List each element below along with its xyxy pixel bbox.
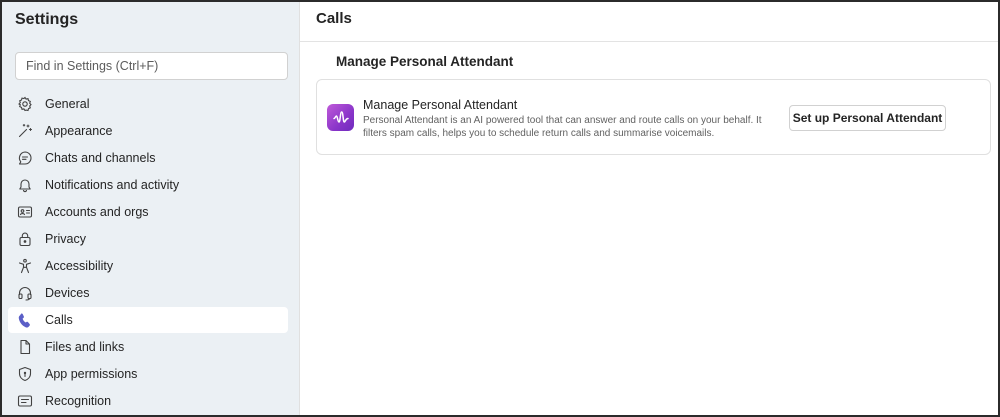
settings-content: Calls Manage Personal Attendant Manage P… xyxy=(300,2,998,415)
sidebar-item-label: App permissions xyxy=(45,367,138,381)
sidebar-item-label: Appearance xyxy=(45,124,113,138)
recognition-icon xyxy=(17,393,33,409)
magic-wand-icon xyxy=(17,123,33,139)
sidebar-item-devices[interactable]: Devices xyxy=(8,280,288,306)
settings-sidebar: Settings General xyxy=(2,2,300,415)
sidebar-item-label: Calls xyxy=(45,313,73,327)
sidebar-item-calls[interactable]: Calls xyxy=(8,307,288,333)
section-title: Manage Personal Attendant xyxy=(336,54,514,69)
sidebar-item-accessibility[interactable]: Accessibility xyxy=(8,253,288,279)
sidebar-item-label: Notifications and activity xyxy=(45,178,180,192)
card-title: Manage Personal Attendant xyxy=(363,98,518,112)
id-card-icon xyxy=(17,204,33,220)
sidebar-item-chats-and-channels[interactable]: Chats and channels xyxy=(8,145,288,171)
document-icon xyxy=(17,339,33,355)
sidebar-item-files-and-links[interactable]: Files and links xyxy=(8,334,288,360)
settings-window: Settings General xyxy=(0,0,1000,417)
set-up-personal-attendant-button[interactable]: Set up Personal Attendant xyxy=(789,105,946,131)
sidebar-item-app-permissions[interactable]: App permissions xyxy=(8,361,288,387)
personal-attendant-icon xyxy=(327,104,354,131)
settings-nav: General Appearance Chats and channels No… xyxy=(8,91,288,415)
shield-icon xyxy=(17,366,33,382)
bell-icon xyxy=(17,177,33,193)
sidebar-title: Settings xyxy=(15,11,79,28)
page-title: Calls xyxy=(316,10,352,27)
sidebar-item-general[interactable]: General xyxy=(8,91,288,117)
sidebar-item-label: Recognition xyxy=(45,394,112,408)
sidebar-item-label: Chats and channels xyxy=(45,151,156,165)
sidebar-item-accounts-and-orgs[interactable]: Accounts and orgs xyxy=(8,199,288,225)
sidebar-item-appearance[interactable]: Appearance xyxy=(8,118,288,144)
lock-icon xyxy=(17,231,33,247)
sidebar-item-recognition[interactable]: Recognition xyxy=(8,388,288,414)
gear-icon xyxy=(17,96,33,112)
personal-attendant-card: Manage Personal Attendant Personal Atten… xyxy=(316,79,991,155)
sidebar-item-privacy[interactable]: Privacy xyxy=(8,226,288,252)
sidebar-item-label: Accounts and orgs xyxy=(45,205,149,219)
phone-icon xyxy=(17,312,33,328)
headset-icon xyxy=(17,285,33,301)
accessibility-icon xyxy=(17,258,33,274)
sidebar-item-label: General xyxy=(45,97,90,111)
sidebar-item-label: Files and links xyxy=(45,340,125,354)
card-description: Personal Attendant is an AI powered tool… xyxy=(363,115,762,139)
content-header: Calls xyxy=(300,2,998,42)
sidebar-item-notifications-and-activity[interactable]: Notifications and activity xyxy=(8,172,288,198)
settings-search-input[interactable] xyxy=(15,52,288,80)
chat-bubble-icon xyxy=(17,150,33,166)
sidebar-item-label: Devices xyxy=(45,286,90,300)
sidebar-item-label: Privacy xyxy=(45,232,86,246)
sidebar-item-label: Accessibility xyxy=(45,259,114,273)
